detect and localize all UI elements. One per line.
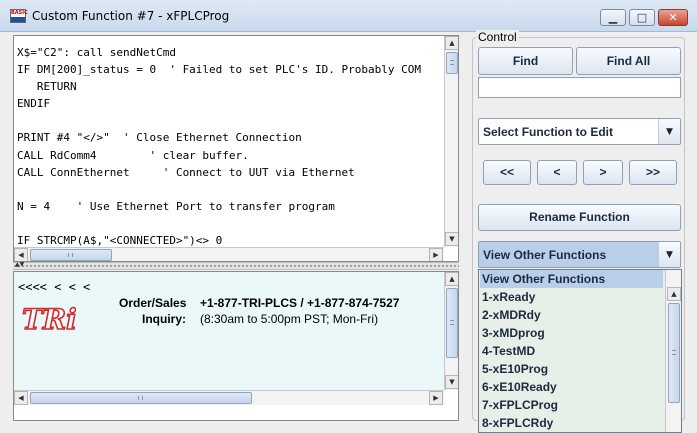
select-function-dropdown[interactable]: Select Function to Edit ▼ bbox=[478, 118, 681, 145]
inquiry-label: Inquiry: bbox=[142, 312, 186, 326]
dropdown-item[interactable]: 4-TestMD bbox=[480, 342, 663, 360]
tri-logo: TRi bbox=[21, 302, 76, 336]
first-function-button[interactable]: << bbox=[483, 160, 531, 185]
scroll-down-icon[interactable]: ▼ bbox=[445, 232, 458, 246]
info-content: <<<< < < < TRi Order/Sales +1-877-TRI-PL… bbox=[14, 272, 444, 390]
control-group-label: Control bbox=[476, 30, 519, 44]
window-title: Custom Function #7 - xFPLCProg bbox=[32, 9, 230, 23]
basic-app-icon[interactable]: BASIC bbox=[10, 9, 28, 23]
dropdown-vertical-scrollbar[interactable]: ▲ bbox=[665, 270, 681, 432]
scroll-right-icon[interactable]: ▶ bbox=[429, 248, 443, 261]
scroll-left-icon[interactable]: ◀ bbox=[14, 391, 28, 405]
order-sales-phone: +1-877-TRI-PLCS / +1-877-874-7527 bbox=[200, 296, 400, 310]
scroll-down-icon[interactable]: ▼ bbox=[445, 375, 458, 389]
dropdown-item[interactable]: View Other Functions bbox=[480, 270, 663, 288]
editor-horizontal-scrollbar[interactable]: ◀ ▶ bbox=[14, 247, 444, 261]
editor-vscroll-thumb[interactable] bbox=[446, 52, 458, 74]
code-line: X$="C2": call sendNetCmd bbox=[17, 46, 176, 59]
code-line: IF DM[200]_status = 0 ' Failed to set PL… bbox=[17, 63, 421, 77]
editor-hscroll-thumb[interactable] bbox=[30, 249, 112, 261]
search-input[interactable] bbox=[478, 77, 681, 98]
info-hscroll-thumb[interactable] bbox=[30, 392, 252, 404]
info-nav-arrows[interactable]: <<<< < < < bbox=[18, 280, 90, 294]
dropdown-item[interactable]: 6-xE10Ready bbox=[480, 378, 663, 396]
editor-vertical-scrollbar[interactable]: ▲ ▼ bbox=[444, 36, 458, 247]
rename-function-button[interactable]: Rename Function bbox=[478, 204, 681, 231]
maximize-icon: □ bbox=[636, 11, 648, 24]
functions-dropdown-list[interactable]: View Other Functions 1-xReady 2-xMDRdy 3… bbox=[478, 269, 682, 433]
svg-text:TRi: TRi bbox=[22, 303, 76, 336]
view-other-functions-dropdown[interactable]: View Other Functions ▼ bbox=[478, 241, 681, 268]
info-vertical-scrollbar[interactable]: ▲ ▼ bbox=[444, 272, 458, 390]
scroll-right-icon[interactable]: ▶ bbox=[429, 391, 443, 405]
previous-function-button[interactable]: < bbox=[537, 160, 577, 185]
info-panel: <<<< < < < TRi Order/Sales +1-877-TRI-PL… bbox=[13, 271, 459, 421]
scroll-up-icon[interactable]: ▲ bbox=[445, 272, 458, 286]
minimize-icon: ▁ bbox=[608, 11, 618, 24]
code-line: IF STRCMP(A$,"<CONNECTED>")<> 0 bbox=[17, 234, 223, 246]
chevron-down-icon[interactable]: ▼ bbox=[658, 242, 680, 267]
last-function-button[interactable]: >> bbox=[629, 160, 677, 185]
minimize-button[interactable]: ▁ bbox=[600, 9, 626, 26]
code-line: PRINT #4 "</>" ' Close Ethernet Connecti… bbox=[17, 131, 302, 145]
app-icon-text: BASIC bbox=[11, 10, 28, 16]
info-vscroll-thumb[interactable] bbox=[446, 288, 458, 358]
scroll-up-icon[interactable]: ▲ bbox=[445, 36, 458, 50]
title-bar: BASIC Custom Function #7 - xFPLCProg ▁ □… bbox=[0, 0, 697, 32]
close-icon: ✕ bbox=[668, 11, 678, 24]
close-button[interactable]: ✕ bbox=[658, 9, 688, 26]
inquiry-hours: (8:30am to 5:00pm PST; Mon-Fri) bbox=[200, 312, 379, 326]
code-line: N = 4 ' Use Ethernet Port to transfer pr… bbox=[17, 199, 335, 213]
code-line: RETURN bbox=[17, 80, 77, 94]
maximize-button[interactable]: □ bbox=[629, 9, 655, 26]
order-sales-label: Order/Sales bbox=[119, 296, 187, 310]
dropdown-item[interactable]: 8-xFPLCRdy bbox=[480, 414, 663, 432]
find-all-button[interactable]: Find All bbox=[576, 47, 681, 75]
code-line: CALL ConnEthernet ' Connect to UUT via E… bbox=[17, 165, 355, 179]
dropdown-scroll-thumb[interactable] bbox=[668, 303, 680, 403]
code-editor[interactable]: X$="C2": call sendNetCmd IF DM[200]_stat… bbox=[13, 35, 459, 262]
code-line: ENDIF bbox=[17, 97, 51, 111]
view-other-functions-label: View Other Functions bbox=[483, 248, 607, 262]
dropdown-item[interactable]: 2-xMDRdy bbox=[480, 306, 663, 324]
dropdown-item[interactable]: 5-xE10Prog bbox=[480, 360, 663, 378]
code-text-area[interactable]: X$="C2": call sendNetCmd IF DM[200]_stat… bbox=[14, 36, 444, 246]
code-line: CALL RdComm4 ' clear buffer. bbox=[17, 148, 249, 162]
dropdown-item[interactable]: 3-xMDprog bbox=[480, 324, 663, 342]
chevron-down-icon[interactable]: ▼ bbox=[658, 119, 680, 144]
scroll-left-icon[interactable]: ◀ bbox=[14, 248, 28, 261]
pane-splitter[interactable]: ▲▼ bbox=[13, 261, 459, 270]
splitter-arrows-icon[interactable]: ▲▼ bbox=[15, 261, 24, 268]
dropdown-item[interactable]: 1-xReady bbox=[480, 288, 663, 306]
scroll-up-icon[interactable]: ▲ bbox=[667, 287, 681, 301]
dropdown-item[interactable]: 7-xFPLCProg bbox=[480, 396, 663, 414]
select-function-label: Select Function to Edit bbox=[483, 125, 614, 139]
find-button[interactable]: Find bbox=[478, 47, 573, 75]
info-horizontal-scrollbar[interactable]: ◀ ▶ bbox=[14, 390, 444, 405]
next-function-button[interactable]: > bbox=[583, 160, 623, 185]
